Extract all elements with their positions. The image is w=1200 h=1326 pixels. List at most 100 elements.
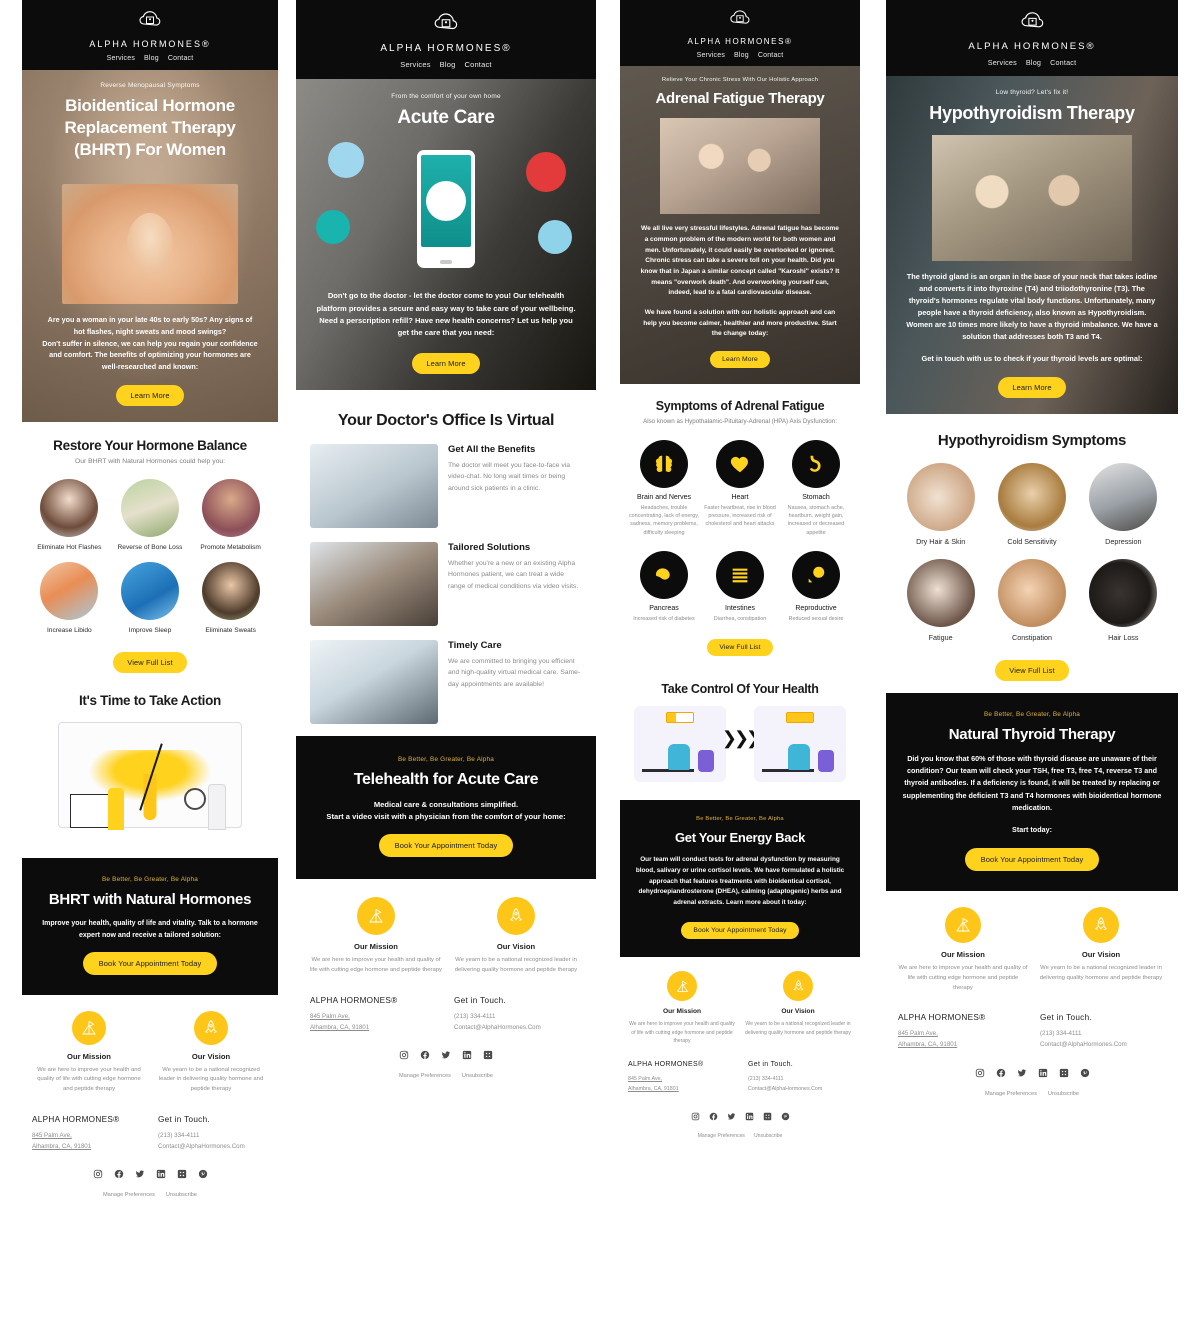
nav-link-services[interactable]: Services <box>400 60 430 69</box>
hero-title: Hypothyroidism Therapy <box>929 103 1135 123</box>
linkedin-icon[interactable] <box>156 1166 166 1184</box>
benefits-view-full-list-button[interactable]: View Full List <box>113 651 187 673</box>
footer-address-line2[interactable]: Alhambra, CA, 91801 <box>310 1023 438 1034</box>
footer-email[interactable]: Contact@AlphaHormones.Com <box>1040 1040 1166 1051</box>
benefit-tile: Increase Libido <box>32 562 107 636</box>
twitter-icon[interactable] <box>135 1166 145 1184</box>
footer-email[interactable]: Contact@AlphaHormones.Com <box>454 1023 582 1034</box>
linkedin-icon[interactable] <box>745 1108 754 1126</box>
benefit-label: Eliminate Hot Flashes <box>37 543 102 551</box>
instagram-icon[interactable] <box>975 1065 985 1083</box>
yelp-icon[interactable] <box>177 1166 187 1184</box>
symptom-photo <box>997 462 1066 531</box>
site-header-acute: ALPHA HORMONES® Services Blog Contact <box>296 0 596 79</box>
symptoms-section: Symptoms of Adrenal Fatigue Also known a… <box>620 384 860 668</box>
pinterest-icon[interactable] <box>781 1108 790 1126</box>
manage-preferences-link[interactable]: Manage Preferences <box>399 1073 451 1079</box>
symptoms-grid: Brain and Nerves Headaches, trouble conc… <box>628 440 852 623</box>
feature-heading: Tailored Solutions <box>448 541 531 553</box>
yelp-icon[interactable] <box>483 1047 493 1065</box>
symptom-tile: Cold Sensitivity <box>989 462 1074 547</box>
footer-email[interactable]: Contact@AlphaHormones.Com <box>158 1142 268 1153</box>
brand-name: ALPHA HORMONES® <box>89 39 211 49</box>
unsubscribe-link[interactable]: Unsubscribe <box>166 1192 197 1198</box>
hero-learn-more-button[interactable]: Learn More <box>116 384 184 406</box>
footer-address-line2[interactable]: Alhambra, CA, 91801 <box>32 1142 142 1153</box>
hero-body: Don't go to the doctor - let the doctor … <box>316 291 576 338</box>
symptom-desc: Diarrhea, constipation <box>713 615 767 622</box>
mission-title: Our Mission <box>67 1051 111 1061</box>
footer-brand: ALPHA HORMONES® <box>628 1061 704 1069</box>
nav-link-services[interactable]: Services <box>107 55 135 62</box>
nav-link-contact[interactable]: Contact <box>464 60 491 69</box>
unsubscribe-link[interactable]: Unsubscribe <box>754 1133 782 1139</box>
footer-phone[interactable]: (213) 334-4111 <box>158 1131 268 1142</box>
nav-link-blog[interactable]: Blog <box>144 55 159 62</box>
nav-link-services[interactable]: Services <box>697 52 725 59</box>
pinterest-icon[interactable] <box>1080 1065 1090 1083</box>
unsubscribe-link[interactable]: Unsubscribe <box>462 1073 493 1079</box>
symptoms-view-full-list-button[interactable]: View Full List <box>707 638 773 656</box>
legal-links: Manage Preferences Unsubscribe <box>32 1192 268 1198</box>
symptoms-section: Hypothyroidism Symptoms Dry Hair & Skin … <box>886 414 1178 693</box>
vision-block: Our Vision We yearn to be a national rec… <box>450 897 582 975</box>
footer-phone[interactable]: (213) 334-4111 <box>1040 1029 1166 1040</box>
first-aid-kit-icon <box>538 220 572 255</box>
footer-address-line1[interactable]: 845 Palm Ave, <box>32 1131 142 1142</box>
twitter-icon[interactable] <box>727 1108 736 1126</box>
arrow-right-icon: ❯❯❯ <box>721 727 761 748</box>
nav-link-blog[interactable]: Blog <box>734 52 749 59</box>
facebook-icon[interactable] <box>709 1108 718 1126</box>
yelp-icon[interactable] <box>763 1108 772 1126</box>
benefit-label: Improve Sleep <box>128 627 172 635</box>
footer-phone[interactable]: (213) 334-4111 <box>454 1012 582 1023</box>
linkedin-icon[interactable] <box>462 1047 472 1065</box>
twitter-icon[interactable] <box>1017 1065 1027 1083</box>
features-section: Your Doctor's Office Is Virtual Get All … <box>296 390 596 736</box>
hero-learn-more-button[interactable]: Learn More <box>412 352 480 374</box>
footer-phone[interactable]: (213) 334-4111 <box>748 1075 852 1084</box>
cta-acute: Be Better, Be Greater, Be Alpha Teleheal… <box>296 735 596 880</box>
linkedin-icon[interactable] <box>1038 1065 1048 1083</box>
footer-address-line2[interactable]: Alhambra, CA, 91801 <box>898 1040 1024 1051</box>
instagram-icon[interactable] <box>93 1166 103 1184</box>
footer-brand: ALPHA HORMONES® <box>32 1114 120 1124</box>
footer-address-line1[interactable]: 845 Palm Ave, <box>628 1075 732 1084</box>
unsubscribe-link[interactable]: Unsubscribe <box>1048 1091 1079 1097</box>
facebook-icon[interactable] <box>114 1166 124 1184</box>
nav-link-blog[interactable]: Blog <box>440 60 456 69</box>
benefit-photo <box>120 562 179 621</box>
nav-link-blog[interactable]: Blog <box>1026 58 1041 67</box>
cta-book-appointment-button[interactable]: Book Your Appointment Today <box>964 848 1100 872</box>
vision-block: Our Vision We yearn to be a national rec… <box>1036 907 1166 993</box>
nav-link-contact[interactable]: Contact <box>758 52 784 59</box>
footer-touch-heading: Get in Touch. <box>1040 1013 1092 1023</box>
hero-learn-more-button[interactable]: Learn More <box>710 350 770 368</box>
nav-link-contact[interactable]: Contact <box>168 55 194 62</box>
brand-name: ALPHA HORMONES® <box>687 37 793 46</box>
instagram-icon[interactable] <box>691 1108 700 1126</box>
nav-link-services[interactable]: Services <box>988 58 1017 67</box>
footer-email[interactable]: Contact@AlphaHormones.Com <box>748 1085 852 1094</box>
manage-preferences-link[interactable]: Manage Preferences <box>103 1192 155 1198</box>
twitter-icon[interactable] <box>441 1047 451 1065</box>
social-links <box>32 1166 268 1184</box>
nav-link-contact[interactable]: Contact <box>1050 58 1076 67</box>
hero-learn-more-button[interactable]: Learn More <box>998 376 1066 398</box>
footer-address-line1[interactable]: 845 Palm Ave, <box>898 1029 1024 1040</box>
facebook-icon[interactable] <box>420 1047 430 1065</box>
instagram-icon[interactable] <box>399 1047 409 1065</box>
feature-image <box>310 443 438 528</box>
footer-address-line2[interactable]: Alhambra, CA, 91801 <box>628 1085 732 1094</box>
pinterest-icon[interactable] <box>198 1166 208 1184</box>
manage-preferences-link[interactable]: Manage Preferences <box>698 1133 745 1139</box>
vision-title: Our Vision <box>191 1051 231 1061</box>
footer-address-line1[interactable]: 845 Palm Ave, <box>310 1012 438 1023</box>
cta-book-appointment-button[interactable]: Book Your Appointment Today <box>681 922 799 940</box>
symptoms-view-full-list-button[interactable]: View Full List <box>995 659 1069 681</box>
yelp-icon[interactable] <box>1059 1065 1069 1083</box>
facebook-icon[interactable] <box>996 1065 1006 1083</box>
cta-book-appointment-button[interactable]: Book Your Appointment Today <box>378 834 514 858</box>
manage-preferences-link[interactable]: Manage Preferences <box>985 1091 1037 1097</box>
cta-book-appointment-button[interactable]: Book Your Appointment Today <box>82 951 218 975</box>
